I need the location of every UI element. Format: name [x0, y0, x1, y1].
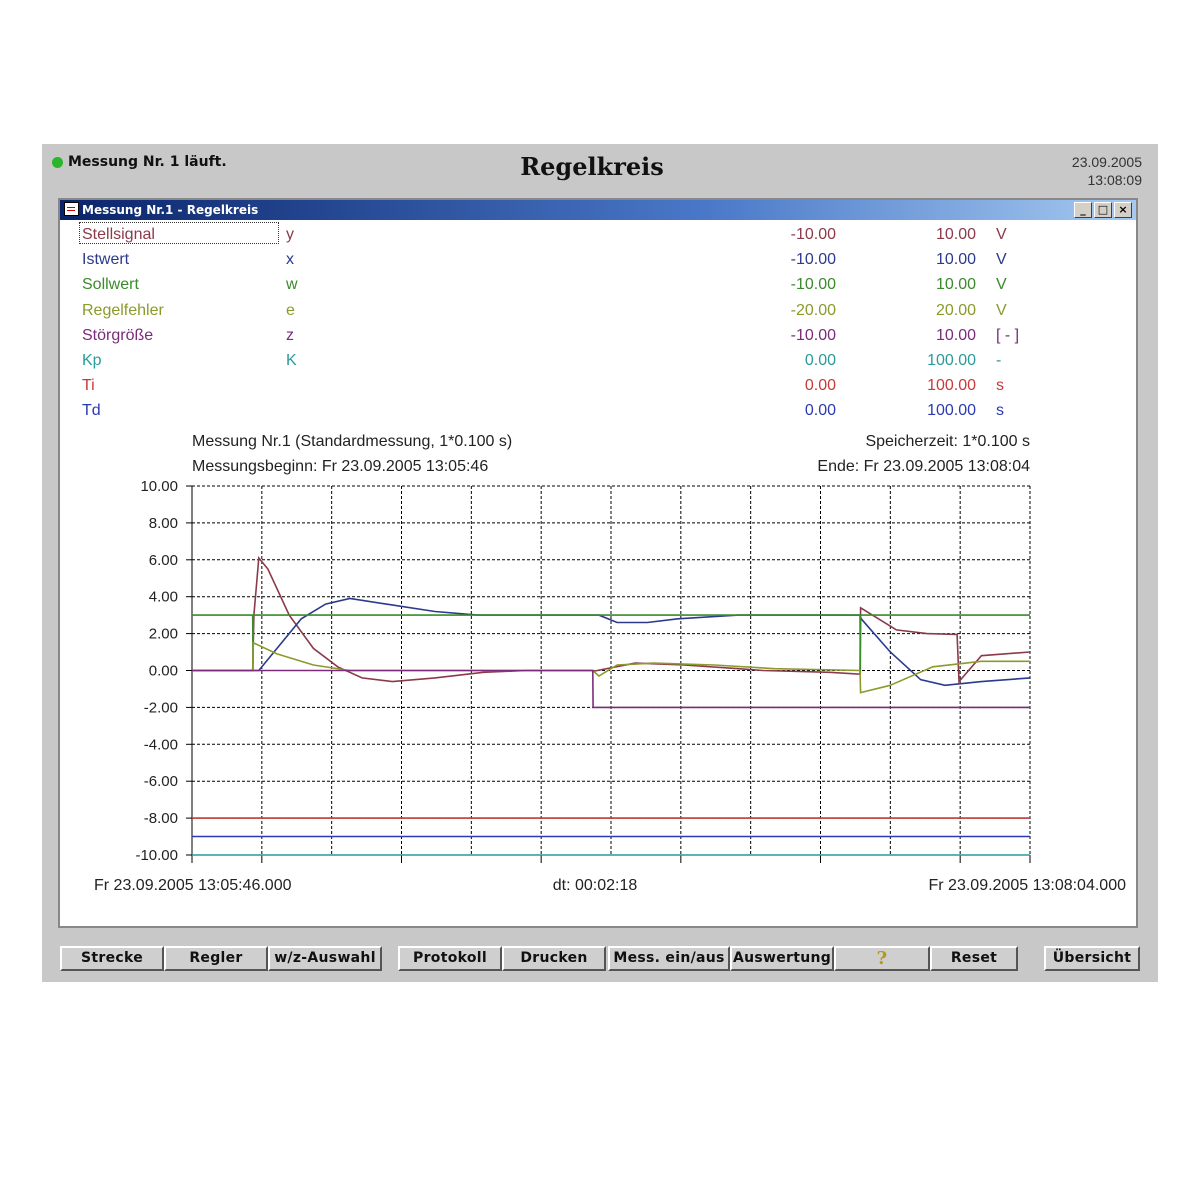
app-title: Regelkreis [520, 152, 664, 181]
help-icon: ? [876, 948, 888, 969]
wz-auswahl-button[interactable]: w/z-Auswahl [268, 946, 382, 971]
y-tick-label: -6.00 [144, 773, 178, 790]
y-tick-label: -2.00 [144, 699, 178, 716]
app-frame: Messung Nr. 1 läuft. Regelkreis 23.09.20… [42, 144, 1158, 982]
y-tick-label: 8.00 [149, 515, 178, 532]
auswertung-button[interactable]: Auswertung [730, 946, 834, 971]
y-tick-label: 6.00 [149, 552, 178, 569]
regler-button[interactable]: Regler [164, 946, 268, 971]
storage-time: Speicherzeit: 1*0.100 s [865, 433, 1030, 450]
y-tick-label: 0.00 [149, 663, 178, 680]
y-tick-label: -10.00 [135, 847, 178, 864]
measurement-start: Messungsbeginn: Fr 23.09.2005 13:05:46 [192, 458, 488, 475]
y-tick-label: -8.00 [144, 810, 178, 827]
header-date: 23.09.2005 [1071, 154, 1142, 170]
y-tick-label: 10.00 [140, 478, 178, 495]
measurement-end: Ende: Fr 23.09.2005 13:08:04 [817, 458, 1030, 475]
chart: Messung Nr.1 (Standardmessung, 1*0.100 s… [94, 433, 1127, 894]
y-tick-label: 4.00 [149, 589, 178, 606]
reset-button[interactable]: Reset [930, 946, 1018, 971]
header-time: 13:08:09 [1087, 172, 1143, 188]
mess-ein-aus-button[interactable]: Mess. ein/aus [608, 946, 730, 971]
x-start-label: Fr 23.09.2005 13:05:46.000 [94, 877, 292, 894]
header-datetime: 23.09.2005 13:08:09 [1072, 153, 1142, 189]
drucken-button[interactable]: Drucken [502, 946, 606, 971]
measurement-window: Messung Nr.1 - Regelkreis _ □ × Stellsig… [58, 198, 1138, 928]
strecke-button[interactable]: Strecke [60, 946, 164, 971]
dt-label: dt: 00:02:18 [553, 877, 638, 894]
y-tick-label: -4.00 [144, 736, 178, 753]
help-button[interactable]: ? [834, 946, 930, 971]
uebersicht-button[interactable]: Übersicht [1044, 946, 1140, 971]
x-end-label: Fr 23.09.2005 13:08:04.000 [929, 877, 1127, 894]
y-tick-label: 2.00 [149, 626, 178, 643]
protokoll-button[interactable]: Protokoll [398, 946, 502, 971]
measurement-info: Messung Nr.1 (Standardmessung, 1*0.100 s… [192, 433, 512, 450]
